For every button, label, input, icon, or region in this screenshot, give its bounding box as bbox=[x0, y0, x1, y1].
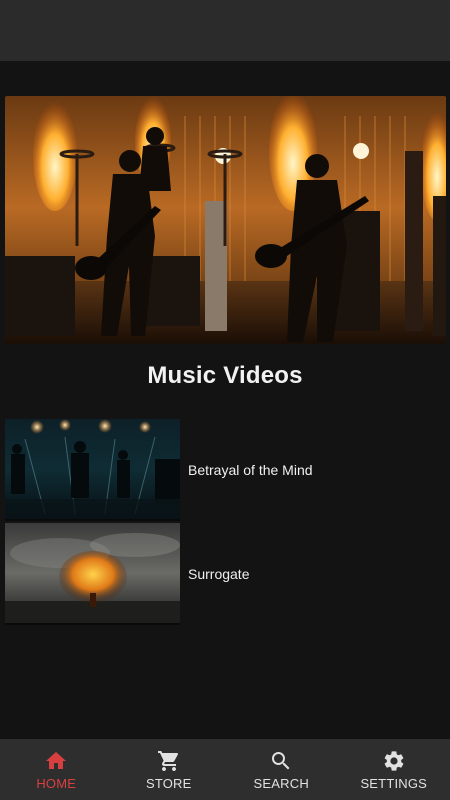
nav-item-store[interactable]: STORE bbox=[113, 739, 226, 800]
video-thumbnail[interactable] bbox=[5, 419, 180, 521]
top-app-bar bbox=[0, 0, 450, 61]
video-thumbnail[interactable] bbox=[5, 523, 180, 625]
app-screen: Music Videos Betrayal of the Mind Surrog… bbox=[0, 0, 450, 800]
section-title: Music Videos bbox=[147, 362, 303, 389]
video-title[interactable]: Surrogate bbox=[188, 566, 249, 582]
video-list: Betrayal of the Mind Surrogate bbox=[5, 419, 446, 627]
video-title[interactable]: Betrayal of the Mind bbox=[188, 462, 313, 478]
gear-icon bbox=[384, 750, 404, 771]
home-icon bbox=[46, 751, 67, 769]
list-item[interactable]: Surrogate bbox=[5, 523, 446, 625]
bottom-navigation: HOME STORE SEARCH SETTINGS bbox=[0, 739, 450, 800]
thumbnail-image bbox=[5, 419, 180, 519]
nav-label-search: SEARCH bbox=[253, 775, 309, 791]
search-icon bbox=[272, 751, 290, 769]
nav-label-home: HOME bbox=[36, 775, 77, 791]
list-item[interactable]: Betrayal of the Mind bbox=[5, 419, 446, 521]
nav-label-store: STORE bbox=[145, 775, 192, 791]
hero-image bbox=[5, 96, 446, 344]
nav-label-settings: SETTINGS bbox=[360, 775, 428, 791]
nav-item-settings[interactable]: SETTINGS bbox=[338, 739, 450, 800]
thumbnail-image bbox=[5, 523, 180, 623]
featured-video-banner[interactable] bbox=[5, 96, 446, 344]
nav-item-home[interactable]: HOME bbox=[0, 739, 113, 800]
cart-icon bbox=[157, 750, 178, 771]
nav-item-search[interactable]: SEARCH bbox=[225, 739, 338, 800]
